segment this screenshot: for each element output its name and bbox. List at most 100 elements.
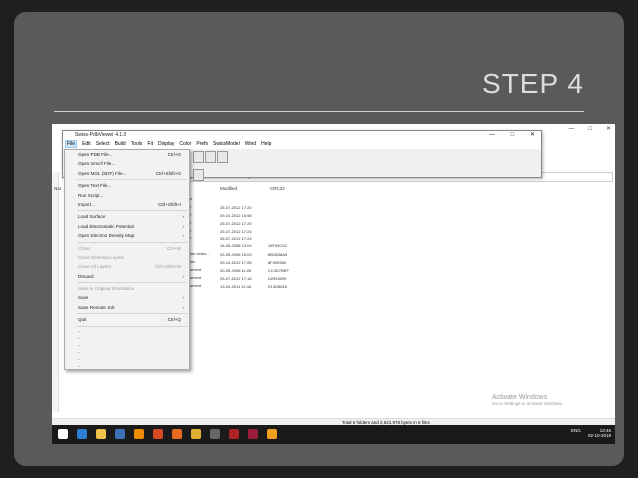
menu-tools[interactable]: Tools — [131, 141, 143, 147]
table-row[interactable]: r 25-07-2012 17:20 — [190, 204, 292, 212]
menu-select[interactable]: Select — [96, 141, 110, 147]
menu-item[interactable]: - — [65, 349, 189, 356]
table-row[interactable]: ion 09-10-2012 17:06 8F409360 — [190, 259, 292, 267]
windows-start-icon[interactable] — [58, 429, 68, 439]
rotate-tool-icon[interactable] — [193, 151, 204, 163]
menu-item[interactable]: Open MOL (SDF) File... Ctrl+Shift+O — [65, 169, 189, 178]
menu-item[interactable]: Open PDB File... Ctrl+O — [65, 150, 189, 159]
store-icon[interactable] — [115, 429, 125, 439]
submenu-arrow-icon: › — [182, 223, 184, 229]
menu-item-label: Open PDB File... — [78, 152, 113, 157]
cell-name: r — [190, 227, 192, 233]
pdbviewer-icon[interactable] — [229, 429, 239, 439]
menu-item: Close Selected Layers — [65, 253, 189, 262]
explorer-icon[interactable] — [96, 429, 106, 439]
column-crc[interactable]: CRC32 — [270, 186, 285, 191]
cell-name: r — [190, 203, 192, 209]
menu-item[interactable]: Discard › — [65, 272, 189, 281]
cell-name: ument — [190, 274, 202, 280]
close-button[interactable]: ✕ — [530, 132, 535, 138]
menu-item[interactable]: Save › — [65, 293, 189, 302]
table-row[interactable]: ion exten... 02-05-2008 15:03 8B1B36A5 — [190, 251, 292, 259]
menu-item[interactable]: Open mmcif File... — [65, 159, 189, 168]
menu-help[interactable]: Help — [261, 141, 271, 147]
table-row[interactable]: ument 20-05-2008 11:26 CC4D7BEF — [190, 267, 292, 275]
help-tool-icon[interactable] — [193, 169, 204, 181]
menu-item[interactable]: Run Script... — [65, 191, 189, 200]
table-row[interactable]: r 25-07-2012 17:20 — [190, 220, 292, 228]
clock-date[interactable]: 02-10-2019 — [588, 433, 611, 438]
menu-item-label: Close All Layers — [78, 264, 111, 270]
table-row[interactable]: r 25-07-2012 17:24 — [190, 228, 292, 236]
maximize-button[interactable]: □ — [511, 132, 515, 138]
translate-tool-icon[interactable] — [205, 151, 216, 163]
menu-item[interactable]: Open Text File... — [65, 181, 189, 190]
cell-modified: 25-07-2012 17:24 — [220, 228, 252, 234]
app2-icon[interactable] — [267, 429, 277, 439]
menu-item-shortcut: Ctrl+O — [167, 152, 181, 157]
menu-separator — [77, 179, 187, 181]
menu-edit[interactable]: Edit — [82, 141, 91, 147]
menu-item-label: - — [78, 328, 80, 334]
menu-item[interactable]: - — [65, 328, 189, 335]
explorer-window-controls[interactable]: — □ ✕ — [554, 125, 611, 132]
menu-item-label: Close — [78, 245, 90, 251]
menu-color[interactable]: Color — [179, 141, 191, 147]
menu-item: Close Ctrl+W — [65, 244, 189, 253]
menu-prefs[interactable]: Prefs — [196, 141, 208, 147]
table-row[interactable]: 16-05-2008 13:04 15F93C0C — [190, 243, 292, 251]
menu-item[interactable]: - — [65, 342, 189, 349]
cell-modified: 20-05-2008 11:26 — [220, 268, 252, 274]
cell-name: r — [190, 211, 192, 217]
submenu-arrow-icon: › — [182, 304, 184, 310]
menu-item[interactable]: Quit Ctrl+Q — [65, 315, 189, 324]
menu-swissmodel[interactable]: SwissModel — [213, 141, 240, 147]
pdb-toolbar — [193, 150, 239, 181]
table-row[interactable]: ument 25-07-2012 17:18 D2943299 — [190, 275, 292, 283]
table-row[interactable]: ument 13-04-2011 12:16 E13D8818 — [190, 283, 292, 291]
menu-item-label: Save Remote Job — [78, 304, 115, 310]
column-modified[interactable]: Modified — [220, 186, 237, 191]
menu-display[interactable]: Display — [158, 141, 174, 147]
menu-item[interactable]: Load Electrostatic Potential › — [65, 222, 189, 231]
office-icon[interactable] — [153, 429, 163, 439]
table-row[interactable]: r 25-07-2012 17:24 — [190, 235, 292, 243]
menu-item-label: Open MOL (SDF) File... — [78, 170, 127, 176]
menu-build[interactable]: Build — [115, 141, 126, 147]
menu-item[interactable]: Load Surface › — [65, 212, 189, 221]
menu-item-label: Open Electron Density Map — [78, 233, 135, 239]
menu-item[interactable]: Open Electron Density Map › — [65, 231, 189, 240]
table-row[interactable]: e — [190, 196, 292, 204]
table-row[interactable]: r 09-10-2012 15:58 — [190, 212, 292, 220]
minimize-button[interactable]: — — [489, 132, 495, 138]
chrome-icon[interactable] — [191, 429, 201, 439]
menu-item-label: Open mmcif File... — [78, 161, 116, 167]
menu-fit[interactable]: Fit — [147, 141, 153, 147]
menu-file[interactable]: File — [65, 140, 78, 148]
menu-item[interactable]: Save Remote Job › — [65, 303, 189, 312]
slide-title: STEP 4 — [482, 68, 584, 99]
column-name[interactable]: Nar — [54, 186, 61, 191]
menu-wind[interactable]: Wind — [245, 141, 256, 147]
language-indicator[interactable]: ENG — [571, 428, 581, 433]
winrar-icon[interactable] — [248, 429, 258, 439]
explorer-nav-pane[interactable] — [52, 172, 59, 412]
slide: STEP 4 —□✕ unpacked size 48,479,674 byte… — [14, 12, 624, 466]
system-tray[interactable]: ENG 13:46 02-10-2019 — [571, 428, 611, 438]
menu-item-shortcut: Ctrl+Q — [167, 317, 181, 323]
menu-item[interactable]: - — [65, 363, 189, 370]
app-icon[interactable] — [210, 429, 220, 439]
menu-item[interactable]: Import... Ctrl+Shift+I — [65, 200, 189, 209]
menu-item-label: Run Script... — [78, 192, 104, 198]
menu-item[interactable]: - — [65, 335, 189, 342]
vlc-icon[interactable] — [134, 429, 144, 439]
edge-icon[interactable] — [77, 429, 87, 439]
cell-name: e — [190, 196, 193, 201]
zoom-tool-icon[interactable] — [217, 151, 228, 163]
firefox-icon[interactable] — [172, 429, 182, 439]
activate-windows-watermark: Activate Windows Go to Settings to activ… — [492, 394, 563, 406]
cell-crc: 8F409360 — [268, 260, 287, 266]
taskbar: ENG 13:46 02-10-2019 — [52, 425, 615, 444]
menu-item-shortcut: Ctrl+Shift+W — [154, 264, 181, 270]
menu-item[interactable]: - — [65, 356, 189, 363]
